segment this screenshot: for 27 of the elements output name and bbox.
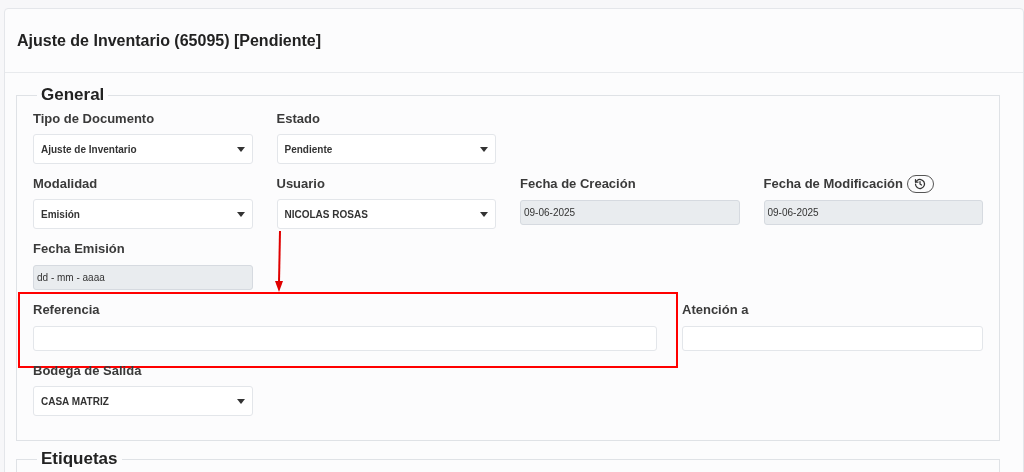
field-label: Fecha de Creación (520, 175, 636, 194)
field-label: Fecha de Modificación (763, 175, 903, 194)
caret-icon (480, 211, 488, 217)
field-label: Referencia (33, 301, 100, 320)
section-legend: General (37, 85, 109, 105)
field-label: Estado (276, 110, 320, 129)
section-legend: Etiquetas (37, 449, 122, 469)
caret-icon (480, 146, 488, 152)
field-label: Atención a (682, 301, 749, 320)
field-label: Bodega de Salida (33, 362, 142, 381)
caret-icon (236, 398, 245, 404)
field-label: Usuario (276, 175, 325, 194)
caret-icon (236, 146, 245, 152)
field-label: Modalidad (33, 175, 98, 194)
select-field[interactable]: Ajuste de Inventario (33, 134, 253, 164)
field-label: Tipo de Documento (33, 110, 155, 129)
history-icon (914, 178, 927, 190)
field-label: Fecha Emisión (33, 240, 125, 259)
select-field[interactable]: CASA MATRIZ (33, 386, 253, 416)
text-field[interactable] (682, 326, 983, 351)
select-field[interactable]: Emisión (33, 199, 253, 229)
select-field[interactable]: Pendiente (276, 134, 496, 164)
page-title: Ajuste de Inventario (65095) [Pendiente] (17, 30, 322, 51)
text-field[interactable] (33, 326, 657, 351)
select-field[interactable]: NICOLAS ROSAS (276, 199, 496, 229)
caret-icon (236, 211, 245, 217)
annotation-arrow (274, 231, 284, 292)
